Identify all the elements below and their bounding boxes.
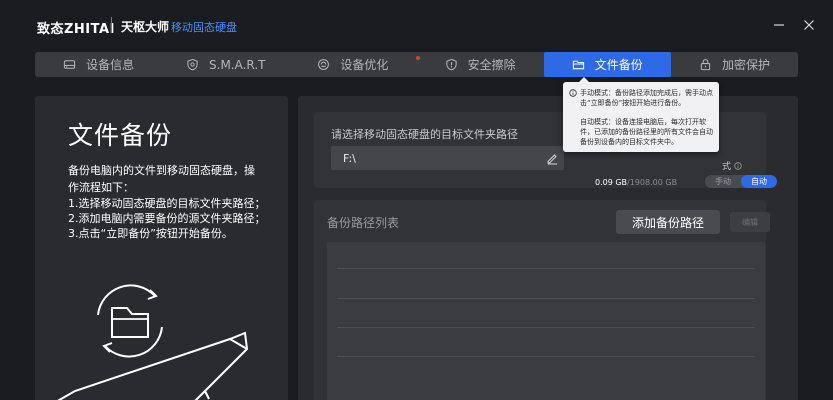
backup-mode-toggle[interactable]: 手动 自动	[705, 175, 777, 188]
minimize-icon	[774, 24, 784, 26]
page-title: 文件备份	[68, 121, 173, 150]
tab-label: 加密保护	[721, 58, 770, 72]
close-button[interactable]	[798, 14, 820, 36]
step-item: 2.添加电脑内需要备份的源文件夹路径；	[68, 212, 266, 225]
tab-device-optimize[interactable]: 设备优化	[289, 52, 421, 77]
optimize-icon	[318, 59, 330, 70]
main-tabs: 设备信息 S.M.A.R.T 设备优化 安全擦除 文件备份 加密保护	[35, 52, 798, 77]
backup-path-list-card: 备份路径列表 添加备份路径 编辑	[314, 200, 770, 400]
intro-panel: 文件备份 备份电脑内的文件到移动固态硬盘，操作流程如下： 1.选择移动固态硬盘的…	[35, 96, 288, 400]
title-divider	[111, 17, 112, 33]
shield-icon	[187, 58, 198, 71]
tab-label: 设备优化	[340, 58, 389, 72]
intro-steps: 1.选择移动固态硬盘的目标文件夹路径； 2.添加电脑内需要备份的源文件夹路径； …	[68, 196, 278, 241]
info-icon	[569, 89, 577, 97]
intro-description: 备份电脑内的文件到移动固态硬盘，操作流程如下：	[68, 164, 255, 194]
app-subtitle: 移动固态硬盘	[171, 21, 237, 34]
title-bar: 致态ZHITAI 天枢大师 移动固态硬盘	[0, 0, 833, 52]
tab-label: 安全擦除	[467, 58, 516, 72]
tooltip-manual-text: 手动模式：备份路径添加完成后，需手动点击“立即备份”按钮开始进行备份。	[580, 89, 713, 107]
tooltip-auto-text: 自动模式：设备连接电脑后，每次打开软件，已添加的备份路径里的所有文件会自动备份到…	[580, 118, 713, 146]
mode-tooltip: 手动模式：备份路径添加完成后，需手动点击“立即备份”按钮开始进行备份。 自动模式…	[563, 77, 719, 152]
folder-icon	[572, 60, 584, 70]
info-icon[interactable]	[734, 161, 742, 170]
backup-panel: 请选择移动固态硬盘的目标文件夹路径 式 0.09 GB/1908.00 GB 手…	[298, 96, 798, 400]
mode-manual-option[interactable]: 手动	[705, 175, 741, 188]
capacity-readout: 0.09 GB/1908.00 GB	[595, 178, 678, 187]
backup-path-list	[327, 242, 765, 400]
tab-device-info[interactable]: 设备信息	[35, 52, 162, 77]
tab-smart[interactable]: S.M.A.R.T	[162, 52, 289, 77]
tab-encryption[interactable]: 加密保护	[671, 52, 798, 77]
close-icon	[804, 20, 814, 30]
list-row-divider	[337, 327, 755, 328]
edit-list-button[interactable]: 编辑	[730, 212, 770, 232]
list-row-divider	[337, 356, 755, 357]
backup-mode-label: 式	[722, 159, 742, 172]
brand-logo: 致态ZHITAI	[37, 22, 115, 37]
tab-secure-erase[interactable]: 安全擦除	[417, 52, 544, 77]
drive-icon	[63, 60, 76, 69]
target-folder-label: 请选择移动固态硬盘的目标文件夹路径	[331, 128, 518, 141]
target-path-input[interactable]	[331, 146, 564, 170]
app-name: 天枢大师	[121, 20, 170, 34]
list-row-divider	[337, 268, 755, 269]
tab-label: 文件备份	[594, 58, 643, 72]
backup-illustration-icon	[57, 284, 249, 400]
pencil-icon	[547, 153, 557, 164]
tab-label: 设备信息	[86, 58, 135, 72]
list-row-divider	[337, 298, 755, 299]
alert-shield-icon	[445, 58, 457, 71]
step-item: 1.选择移动固态硬盘的目标文件夹路径；	[68, 197, 266, 210]
tab-label: S.M.A.R.T	[209, 57, 266, 72]
tab-file-backup[interactable]: 文件备份	[543, 52, 671, 77]
backup-list-label: 备份路径列表	[327, 216, 400, 230]
add-backup-path-button[interactable]: 添加备份路径	[616, 210, 720, 234]
minimize-button[interactable]	[768, 14, 790, 36]
mode-auto-option[interactable]: 自动	[741, 175, 777, 188]
step-item: 3.点击“立即备份”按钮开始备份。	[68, 227, 233, 240]
edit-path-button[interactable]	[544, 150, 560, 166]
lock-icon	[700, 59, 711, 71]
